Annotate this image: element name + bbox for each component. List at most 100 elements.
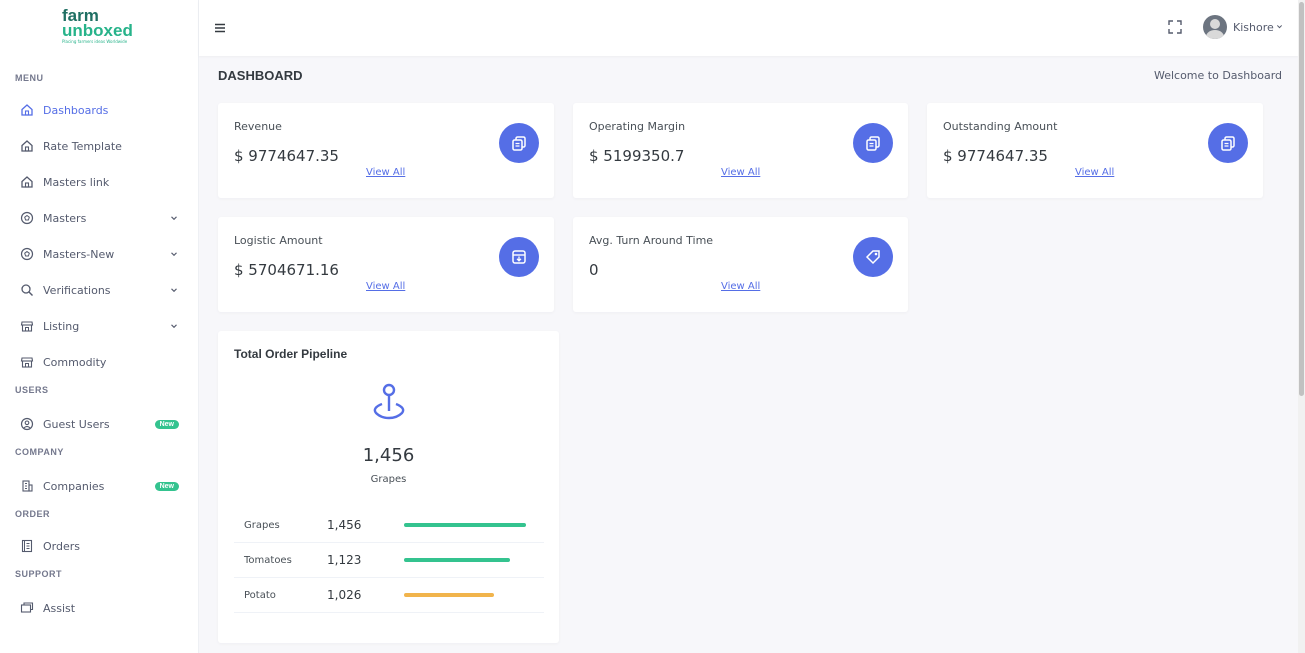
view-all-link[interactable]: View All xyxy=(1075,167,1114,178)
sidebar-item-guest-users[interactable]: Guest Users New xyxy=(0,406,198,442)
search-icon xyxy=(19,282,35,298)
tag-icon xyxy=(853,237,893,277)
chevron-down-icon xyxy=(169,321,179,331)
sidebar-item-companies[interactable]: Companies New xyxy=(0,468,198,504)
view-all-link[interactable]: View All xyxy=(366,281,405,292)
row-name: Grapes xyxy=(244,519,280,531)
building-icon xyxy=(19,478,35,494)
progress-bar xyxy=(404,523,527,527)
stat-label: Operating Margin xyxy=(589,120,686,133)
sidebar-item-label: Guest Users xyxy=(43,417,110,431)
row-value: 1,456 xyxy=(327,518,362,532)
chevron-down-icon xyxy=(169,213,179,223)
stat-card-avg-turn-around: Avg. Turn Around Time 0 View All xyxy=(573,217,908,312)
sidebar-item-masters-link[interactable]: Masters link xyxy=(0,164,198,200)
sidebar-item-masters-new[interactable]: Masters-New xyxy=(0,236,198,272)
sidebar-item-label: Masters-New xyxy=(43,247,115,261)
sidebar-item-label: Masters xyxy=(43,211,87,225)
sidebar-item-dashboards[interactable]: Dashboards xyxy=(0,92,198,128)
stat-value: $ 9774647.35 xyxy=(943,147,1048,165)
section-order: ORDER xyxy=(15,509,51,519)
page-scrollbar[interactable] xyxy=(1298,0,1305,653)
avatar xyxy=(1203,15,1227,39)
stat-value: $ 5704671.16 xyxy=(234,261,339,279)
copy-icon xyxy=(1208,123,1248,163)
progress-fill xyxy=(404,523,526,527)
pipeline-title: Total Order Pipeline xyxy=(234,347,348,361)
stat-value: 0 xyxy=(589,261,599,279)
sidebar-item-label: Listing xyxy=(43,319,80,333)
logo-line2: unboxed xyxy=(62,21,133,40)
sidebar-item-label: Rate Template xyxy=(43,139,122,153)
stat-card-revenue: Revenue $ 9774647.35 View All xyxy=(218,103,554,198)
stat-value: $ 5199350.7 xyxy=(589,147,685,165)
row-value: 1,026 xyxy=(327,588,362,602)
stat-label: Outstanding Amount xyxy=(943,120,1058,133)
archive-icon xyxy=(499,237,539,277)
stat-card-logistic-amount: Logistic Amount $ 5704671.16 View All xyxy=(218,217,554,312)
sidebar-item-orders[interactable]: Orders xyxy=(0,528,198,564)
new-badge: New xyxy=(154,419,179,429)
sidebar-item-rate-template[interactable]: Rate Template xyxy=(0,128,198,164)
sidebar-item-label: Orders xyxy=(43,539,80,553)
pipeline-total: 1,456 xyxy=(362,445,415,466)
progress-bar xyxy=(404,558,527,562)
copy-icon xyxy=(853,123,893,163)
order-pipeline-card: Total Order Pipeline 1,456 Grapes Grapes… xyxy=(218,331,559,643)
sidebar: farm unboxed Placing farmers ideas World… xyxy=(0,0,199,653)
new-badge: New xyxy=(154,481,179,491)
section-users: USERS xyxy=(15,385,49,395)
view-all-link[interactable]: View All xyxy=(721,281,760,292)
hamburger-icon[interactable] xyxy=(213,20,227,34)
store-icon xyxy=(19,354,35,370)
fullscreen-icon[interactable] xyxy=(1167,19,1183,35)
home-icon xyxy=(19,174,35,190)
football-icon xyxy=(19,210,35,226)
pipeline-total-label: Grapes xyxy=(370,474,407,485)
topbar: Kishore xyxy=(199,0,1298,56)
football-icon xyxy=(19,246,35,262)
row-name: Potato xyxy=(244,589,276,601)
view-all-link[interactable]: View All xyxy=(366,167,405,178)
row-name: Tomatoes xyxy=(244,554,292,566)
chevron-down-icon xyxy=(1276,23,1283,32)
copy-icon xyxy=(499,123,539,163)
section-menu: MENU xyxy=(15,73,44,83)
table-row: Potato 1,026 xyxy=(234,578,544,613)
chat-icon xyxy=(19,600,35,616)
breadcrumb: Welcome to Dashboard xyxy=(1153,69,1282,82)
home-icon xyxy=(19,102,35,118)
sidebar-item-masters[interactable]: Masters xyxy=(0,200,198,236)
table-row: Tomatoes 1,123 xyxy=(234,543,544,578)
sidebar-item-verifications[interactable]: Verifications xyxy=(0,272,198,308)
user-menu[interactable]: Kishore xyxy=(1203,15,1283,39)
sidebar-item-listing[interactable]: Listing xyxy=(0,308,198,344)
stat-card-operating-margin: Operating Margin $ 5199350.7 View All xyxy=(573,103,908,198)
home-icon xyxy=(19,138,35,154)
sidebar-item-label: Assist xyxy=(43,601,76,615)
sidebar-item-label: Dashboards xyxy=(43,103,109,117)
row-value: 1,123 xyxy=(327,553,362,567)
section-company: COMPANY xyxy=(15,447,64,457)
pipeline-table: Grapes 1,456 Tomatoes 1,123 Potato 1,026 xyxy=(234,508,544,613)
sidebar-item-commodity[interactable]: Commodity xyxy=(0,344,198,380)
chevron-down-icon xyxy=(169,285,179,295)
stat-label: Revenue xyxy=(234,120,282,133)
page-title: DASHBOARD xyxy=(218,68,303,83)
sidebar-item-label: Commodity xyxy=(43,355,107,369)
stat-value: $ 9774647.35 xyxy=(234,147,339,165)
chevron-down-icon xyxy=(169,249,179,259)
store-icon xyxy=(19,318,35,334)
map-pin-icon xyxy=(369,381,409,421)
user-circle-icon xyxy=(19,416,35,432)
stat-label: Logistic Amount xyxy=(234,234,323,247)
section-support: SUPPORT xyxy=(15,569,63,579)
view-all-link[interactable]: View All xyxy=(721,167,760,178)
sidebar-item-assist[interactable]: Assist xyxy=(0,590,198,626)
sidebar-item-label: Masters link xyxy=(43,175,110,189)
stat-label: Avg. Turn Around Time xyxy=(589,234,714,247)
user-name: Kishore xyxy=(1233,20,1274,34)
logo[interactable]: farm unboxed Placing farmers ideas World… xyxy=(0,0,198,56)
receipt-icon xyxy=(19,538,35,554)
progress-fill xyxy=(404,558,510,562)
